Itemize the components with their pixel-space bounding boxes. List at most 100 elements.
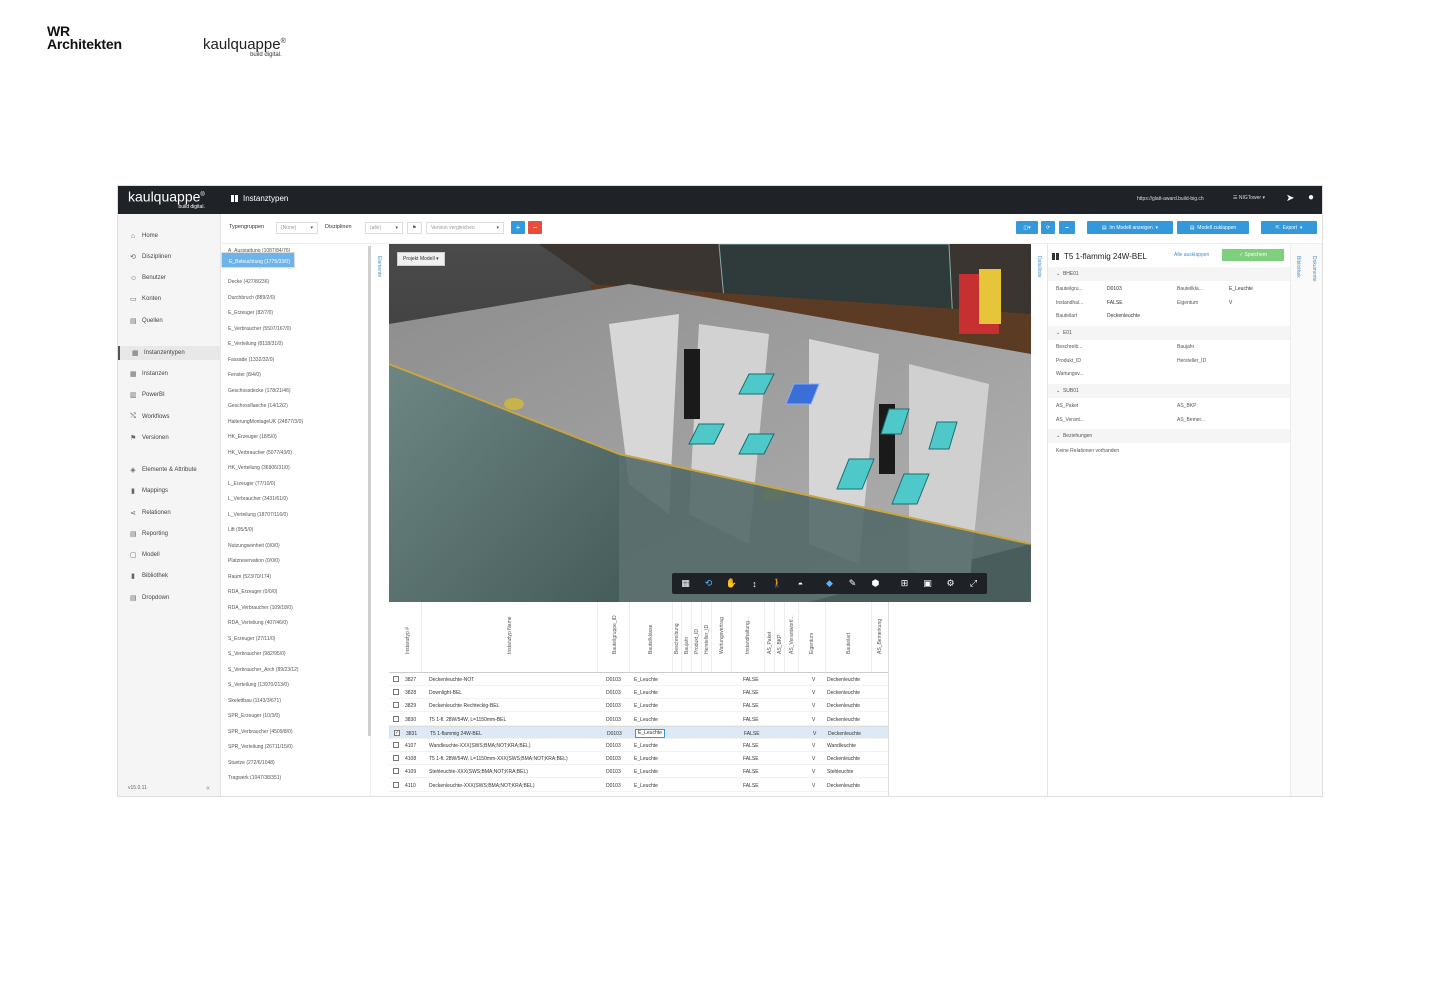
- section-beziehungen[interactable]: ⌄ Beziehungen: [1048, 429, 1291, 443]
- column-header[interactable]: Bauteilgruppe_ID: [600, 602, 630, 672]
- user-icon[interactable]: ●: [1308, 192, 1314, 203]
- version-compare-select[interactable]: Version vergleichen ▾: [426, 222, 504, 234]
- column-header[interactable]: Bauteilklasse: [630, 602, 673, 672]
- column-header[interactable]: Produkt_ID: [692, 602, 702, 672]
- pan-icon[interactable]: ✋: [721, 575, 742, 592]
- collapse-sidebar-icon[interactable]: «: [206, 785, 210, 792]
- column-header[interactable]: AS_Bemerkung: [872, 602, 888, 672]
- type-list-item[interactable]: RDA_Verteilung (407/46/0): [221, 616, 370, 632]
- section-icon[interactable]: ◆: [819, 575, 840, 592]
- column-header[interactable]: AS_Paket: [765, 602, 775, 672]
- field-value[interactable]: FALSE: [1107, 300, 1123, 306]
- measure-icon[interactable]: ✎: [842, 575, 863, 592]
- table-row[interactable]: 4108 T5 1-fl. 28W/54W, L=1150mm-XXX(SWS;B…: [389, 752, 888, 766]
- sidebar-item[interactable]: ⤭ Workflows: [130, 410, 218, 424]
- type-list-item[interactable]: Geschossflaeche (14/12/2): [221, 399, 370, 415]
- column-header[interactable]: Eigentum: [799, 602, 826, 672]
- section-e01[interactable]: ⌄ E01: [1048, 326, 1291, 340]
- project-model-dropdown[interactable]: Projekt Modell ▾: [397, 252, 445, 266]
- column-header[interactable]: Instanztyp #: [394, 602, 422, 672]
- field-value[interactable]: D0103: [1107, 286, 1122, 292]
- type-list-item[interactable]: E_Beleuchtung (1775/33/0): [221, 252, 295, 268]
- table-row[interactable]: 3828 Downlight-BEL D0103 E_Leuchte FALSE V Dec…: [389, 686, 888, 700]
- sidebar-item[interactable]: ▮ Bibliothek: [130, 569, 218, 583]
- type-list-item[interactable]: Fassade (1332/32/0): [221, 353, 370, 369]
- row-checkbox[interactable]: ✓: [394, 729, 400, 736]
- save-button[interactable]: ✓ Speichern: [1222, 249, 1284, 261]
- row-checkbox[interactable]: [393, 715, 399, 722]
- sidebar-item[interactable]: ☺ Benutzer: [130, 271, 218, 285]
- project-dropdown[interactable]: ☰ NIGTower ▾: [1233, 195, 1265, 201]
- sidebar-item[interactable]: ▤ Reporting: [130, 527, 218, 541]
- type-list-item[interactable]: SPR_Verbraucher (4509/8/0): [221, 725, 370, 741]
- add-button[interactable]: +: [511, 221, 525, 234]
- orbit-icon[interactable]: ⟲: [698, 575, 719, 592]
- section-bhe01[interactable]: ⌄ BHE01: [1048, 267, 1291, 281]
- tab-dokumente[interactable]: Dokumente: [1311, 256, 1317, 282]
- row-checkbox[interactable]: [393, 676, 399, 682]
- column-header[interactable]: AS_Verantwortl...: [785, 602, 799, 672]
- column-header[interactable]: AS_BKP: [775, 602, 785, 672]
- type-list-item[interactable]: S_Verbraucher (982/95/0): [221, 647, 370, 663]
- type-list-item[interactable]: S_Verteilung (13970/213/0): [221, 678, 370, 694]
- type-list-item[interactable]: Durchbruch (889/2/0): [221, 291, 370, 307]
- row-checkbox[interactable]: [393, 768, 399, 775]
- sidebar-item[interactable]: ⚑ Versionen: [130, 431, 218, 445]
- type-list-item[interactable]: RDA_Erzeuger (0/0/0): [221, 585, 370, 601]
- type-list-item[interactable]: Stuetze (272/6/1048): [221, 756, 370, 772]
- send-icon[interactable]: ➤: [1286, 193, 1294, 204]
- sidebar-item[interactable]: ▭ Konten: [130, 292, 218, 306]
- tab-elemente[interactable]: Elemente: [376, 256, 382, 277]
- column-header[interactable]: Wartungsvertrag: [712, 602, 732, 672]
- type-list-item[interactable]: HK_Erzeuger (18/5/0): [221, 430, 370, 446]
- column-header[interactable]: Instandhaltung...: [732, 602, 765, 672]
- type-list-item[interactable]: Platzreservation (0/0/0): [221, 554, 370, 570]
- collapse-model-button[interactable]: ▤ Modell zuklappen: [1177, 221, 1249, 234]
- disziplinen-select[interactable]: (alle) ▾: [365, 222, 403, 234]
- type-list-item[interactable]: SPR_Erzeuger (10/3/0): [221, 709, 370, 725]
- table-row[interactable]: 4110 Deckenleuchte-XXX(SWS;BMA;NOT;KRA;BE…: [389, 779, 888, 792]
- remove-button[interactable]: −: [528, 221, 542, 234]
- sidebar-item[interactable]: ◈ Elemente & Attribute: [130, 463, 218, 477]
- show-in-model-button[interactable]: ▤ Im Modell anzeigen ▾: [1087, 221, 1173, 234]
- column-header[interactable]: Baujahr: [682, 602, 692, 672]
- type-list-item[interactable]: HK_Verteilung (36906/31/0): [221, 461, 370, 477]
- row-checkbox[interactable]: [393, 755, 399, 762]
- type-list-item[interactable]: HalterungMontageUK (24877/3/0): [221, 415, 370, 431]
- explode-icon[interactable]: ⬢: [865, 575, 886, 592]
- type-list-item[interactable]: Skelettbau (1143/3/671): [221, 694, 370, 710]
- collapse-button[interactable]: ━: [1059, 221, 1075, 234]
- table-row[interactable]: ✓ 3831 T5 1-flammig 24W-BEL D0103 E_Leuchte F…: [389, 725, 888, 739]
- sidebar-item[interactable]: ⌂ Home: [130, 229, 218, 243]
- expand-all-link[interactable]: Alle ausklappen: [1174, 252, 1209, 258]
- sidebar-item[interactable]: ▢ Modell: [130, 548, 218, 562]
- type-list-item[interactable]: L_Erzeuger (77/10/0): [221, 477, 370, 493]
- sidebar-item[interactable]: ▤ Quellen: [130, 314, 218, 328]
- type-list-item[interactable]: E_Verbraucher (5507/167/0): [221, 322, 370, 338]
- type-list-item[interactable]: RDA_Verbraucher (109/18/0): [221, 601, 370, 617]
- typengruppen-select[interactable]: (None) ▾: [276, 222, 318, 234]
- type-list-item[interactable]: Geschossdecke (178/21/46): [221, 384, 370, 400]
- section-sub01[interactable]: ⌄ SUB01: [1048, 384, 1291, 398]
- sidebar-item[interactable]: ▦ Instanzen: [130, 367, 218, 381]
- column-header[interactable]: Instanztyp Name: [422, 602, 598, 672]
- model-tree-icon[interactable]: ⊞: [894, 575, 915, 592]
- sidebar-item[interactable]: ▤ Dropdown: [130, 591, 218, 605]
- column-header[interactable]: Beschreibung: [673, 602, 682, 672]
- type-list-item[interactable]: L_Verbraucher (3431/61/0): [221, 492, 370, 508]
- type-list-item[interactable]: SPR_Verteilung (26711/15/0): [221, 740, 370, 756]
- row-checkbox[interactable]: [393, 781, 399, 788]
- type-list-item[interactable]: E_Verteilung (8118/31/0): [221, 337, 370, 353]
- type-list-item[interactable]: E_Erzeuger (82/7/0): [221, 306, 370, 322]
- table-row[interactable]: 4109 Stehleuchte-XXX(SWS;BMA;NOT;KRA;BEL)…: [389, 765, 888, 779]
- table-row[interactable]: 3827 Deckenleuchte-NOT D0103 E_Leuchte FALSE…: [389, 673, 888, 686]
- column-header[interactable]: Bauteilart: [826, 602, 872, 672]
- layout-button[interactable]: ◫▾: [1016, 221, 1038, 234]
- row-checkbox[interactable]: [393, 689, 399, 696]
- field-value[interactable]: E_Leuchte: [1229, 286, 1253, 292]
- sidebar-item[interactable]: ▦ Instanzentypen: [118, 346, 221, 360]
- sidebar-item[interactable]: ▥ PowerBI: [130, 388, 218, 402]
- export-button[interactable]: ⇱ Export ▾: [1261, 221, 1317, 234]
- type-list-item[interactable]: L_Verteilung (18707/116/0): [221, 508, 370, 524]
- refresh-button[interactable]: ⟳: [1041, 221, 1055, 234]
